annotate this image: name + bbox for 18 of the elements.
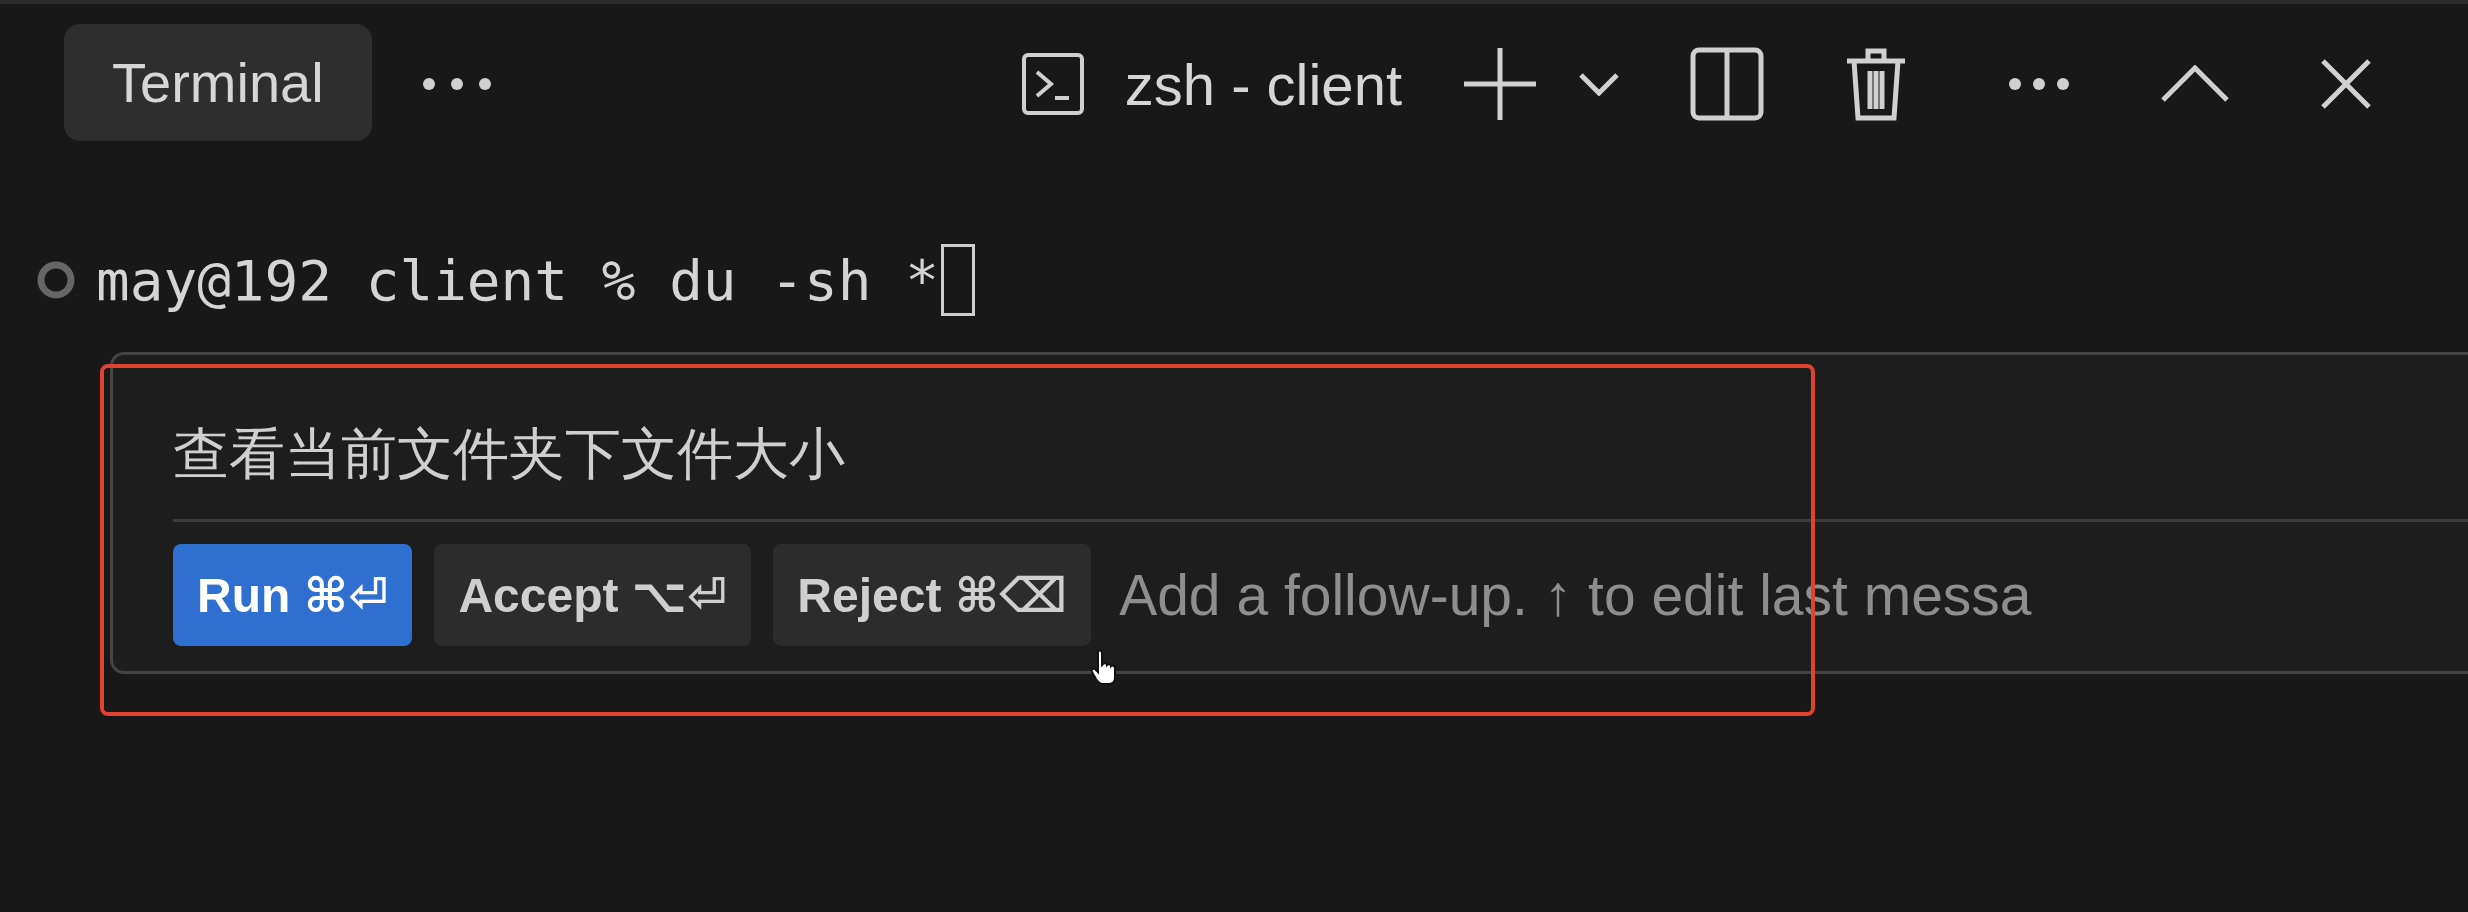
panel-tab[interactable]: Terminal (64, 23, 372, 141)
chevron-down-icon[interactable] (1578, 72, 1620, 96)
close-icon[interactable] (2320, 58, 2372, 110)
terminal-cursor (940, 244, 975, 316)
status-circle-icon (36, 260, 76, 300)
action-button[interactable]: Reject ⌘⌫ (773, 544, 1092, 646)
chevron-up-icon[interactable] (2160, 65, 2230, 103)
split-icon[interactable] (1690, 47, 1764, 121)
action-button[interactable]: Accept ⌥⏎ (434, 544, 752, 646)
trash-icon[interactable] (1844, 47, 1908, 121)
more-icon[interactable] (421, 77, 492, 91)
terminal-icon (1020, 52, 1085, 116)
add-icon[interactable] (1462, 46, 1538, 122)
terminal-selector[interactable]: zsh - client (1124, 50, 1402, 118)
action-button[interactable]: Run ⌘⏎ (173, 544, 413, 646)
more-icon[interactable] (2008, 77, 2070, 91)
chat-prompt: 查看当前文件夹下文件大小 (172, 421, 846, 487)
terminal-command: may@192 client % du -sh * (96, 247, 939, 313)
